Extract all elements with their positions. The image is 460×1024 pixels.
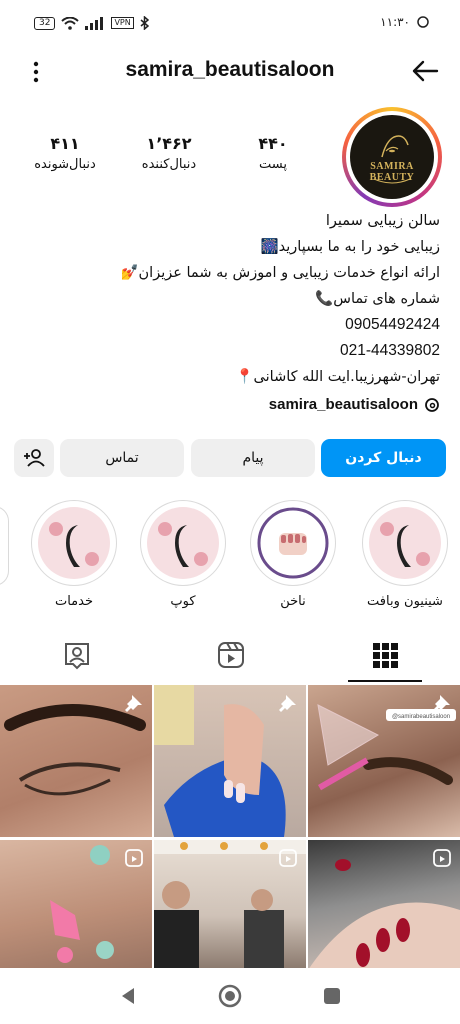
highlight-item[interactable]: ناخن [248, 500, 338, 609]
highlight-item[interactable]: شینیون وبافت [360, 500, 450, 609]
signal-icon [85, 16, 104, 30]
back-arrow-icon[interactable] [410, 56, 440, 86]
vpn-badge: VPN [111, 17, 134, 29]
logo-face-icon [373, 135, 411, 184]
reel-icon [433, 849, 451, 867]
sync-icon [417, 16, 429, 28]
threads-handle: samira_beautisaloon [268, 396, 418, 413]
stat-following[interactable]: ۴۱۱ دنبال‌شونده [20, 134, 110, 172]
status-bar: 32 VPN ۱۱:۳۰ [0, 0, 460, 46]
nav-back-icon[interactable] [118, 986, 138, 1006]
status-left: 32 VPN [34, 16, 149, 30]
highlight-cover [38, 507, 110, 579]
highlight-label: شینیون وبافت [367, 594, 443, 609]
following-label: دنبال‌شونده [34, 157, 96, 172]
avatar[interactable]: SAMIRA BEAUTY [350, 115, 434, 199]
bio-address: تهران-شهرزیبا.ایت الله کاشانی📍 [235, 369, 440, 385]
grid-icon[interactable] [370, 640, 400, 670]
highlight-partial[interactable] [0, 506, 9, 586]
reel-icon [125, 849, 143, 867]
suggest-people-button[interactable] [14, 439, 54, 477]
highlight-cover [257, 507, 329, 579]
add-person-icon [24, 449, 45, 467]
posts-label: پست [259, 157, 287, 172]
highlight-item[interactable]: خدمات [29, 500, 119, 609]
avatar-logo-text: SAMIRA BEAUTY [369, 161, 415, 183]
highlight-label: خدمات [54, 594, 94, 609]
content-tabs [0, 632, 460, 684]
username-title: samira_beautisaloon [125, 58, 335, 81]
bio-phone[interactable]: 021-44339802 [20, 338, 440, 364]
post-watermark-tag: @samirabeautisaloon [392, 714, 450, 720]
reels-icon[interactable] [216, 640, 246, 670]
pin-icon [279, 695, 296, 712]
post-thumbnail[interactable]: @samirabeautisaloon [308, 685, 460, 837]
threads-icon [425, 397, 439, 412]
post-thumbnail[interactable] [0, 685, 152, 837]
following-count: ۴۱۱ [50, 134, 80, 153]
active-tab-indicator [348, 680, 422, 682]
wifi-icon [61, 16, 80, 30]
woman-silhouette-icon [380, 522, 430, 567]
bio-line: زیبایی خود را به ما بسپارید🎆 [260, 239, 440, 255]
pin-icon [125, 695, 142, 712]
highlight-label: ناخن [280, 594, 306, 609]
status-right: ۱۱:۳۰ [380, 15, 430, 29]
nav-home-icon[interactable] [218, 984, 242, 1008]
woman-silhouette-icon [49, 522, 99, 567]
posts-count: ۴۴۰ [258, 134, 288, 153]
threads-link[interactable]: samira_beautisaloon [269, 396, 440, 413]
pin-icon [433, 695, 450, 712]
highlight-item[interactable]: کوپ [138, 500, 228, 609]
highlight-cover [147, 507, 219, 579]
profile-bio: سالن زیبایی سمیرا زیبایی خود را به ما بس… [20, 208, 440, 390]
followers-count: ۱٬۴۶۲ [146, 134, 192, 153]
woman-silhouette-icon [158, 522, 208, 567]
reel-icon [279, 849, 297, 867]
stat-posts[interactable]: ۴۴۰ پست [228, 134, 318, 172]
nail-image-icon [257, 507, 329, 579]
nav-recents-icon[interactable] [322, 986, 342, 1006]
bio-name: سالن زیبایی سمیرا [325, 213, 440, 229]
message-button[interactable]: پیام [191, 439, 315, 477]
stat-followers[interactable]: ۱٬۴۶۲ دنبال‌کننده [124, 134, 214, 172]
follow-button[interactable]: دنبال کردن [321, 439, 446, 477]
avatar-story-ring[interactable]: SAMIRA BEAUTY [342, 107, 442, 207]
post-thumbnail[interactable] [154, 685, 306, 837]
profile-header: samira_beautisaloon [0, 52, 460, 92]
battery-indicator: 32 [34, 16, 56, 30]
bio-line: ارائه انواع خدمات زیبایی و اموزش به شما … [120, 265, 440, 281]
bluetooth-icon [140, 16, 149, 30]
time: ۱۱:۳۰ [380, 15, 410, 29]
highlight-cover [369, 507, 441, 579]
bio-line: شماره های تماس📞 [315, 291, 440, 307]
highlight-label: کوپ [170, 594, 196, 609]
contact-button[interactable]: تماس [60, 439, 184, 477]
post-grid: @samirabeautisaloon [0, 685, 460, 992]
tagged-icon[interactable] [62, 640, 92, 670]
bio-phone[interactable]: 09054492424 [20, 312, 440, 338]
system-nav-bar [0, 968, 460, 1024]
followers-label: دنبال‌کننده [141, 157, 197, 172]
